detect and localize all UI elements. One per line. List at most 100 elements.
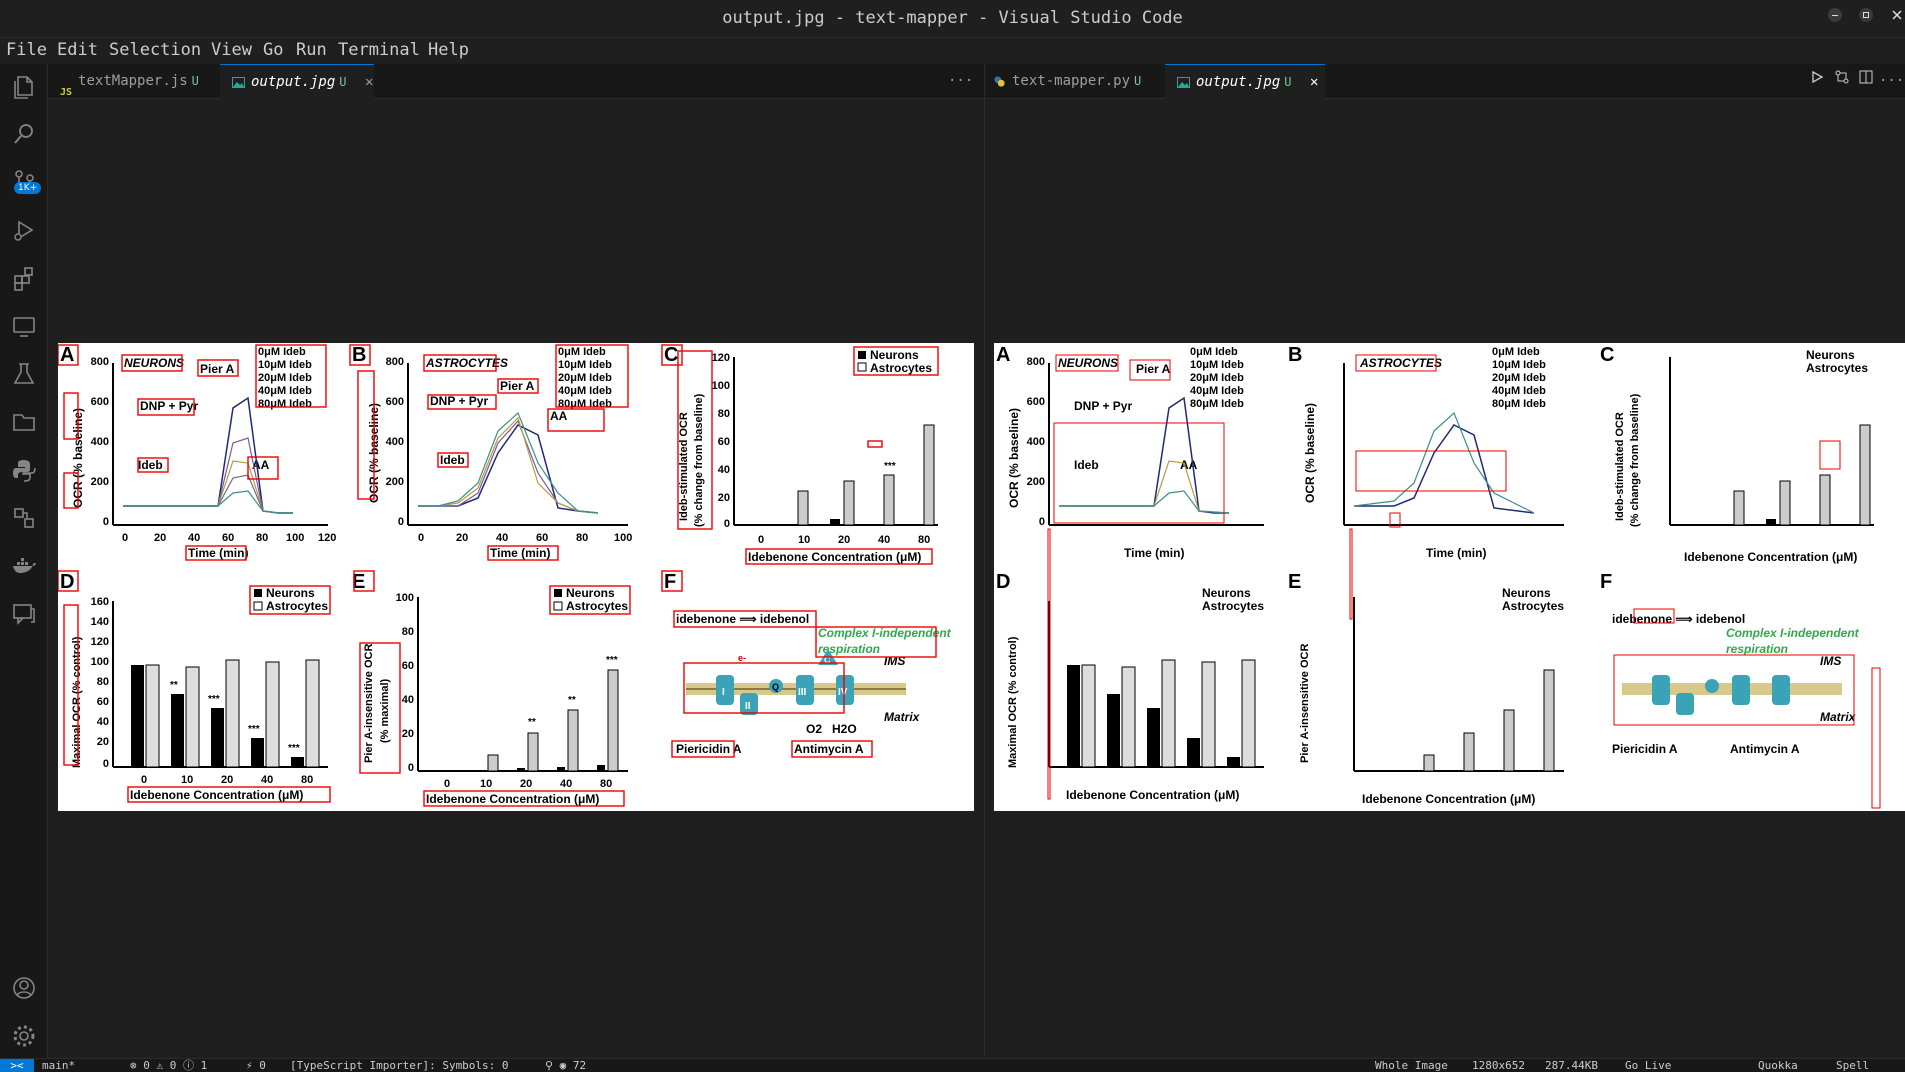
y-tick: 0 xyxy=(103,758,109,770)
menu-file[interactable]: File xyxy=(6,40,47,60)
close-window-button[interactable] xyxy=(1884,6,1905,30)
spell-status[interactable]: Spell xyxy=(1836,1059,1869,1072)
legend-item: 20μM Ideb xyxy=(1492,372,1546,384)
significance: *** xyxy=(884,461,896,472)
x-tick: 0 xyxy=(122,532,128,544)
panel-letter-f: F xyxy=(1600,571,1612,593)
testing-icon[interactable] xyxy=(10,360,38,388)
run-debug-icon[interactable] xyxy=(10,216,38,244)
annotation: e- xyxy=(738,653,746,663)
references-icon[interactable] xyxy=(10,504,38,532)
ports-indicator[interactable]: ⚡ 0 xyxy=(246,1059,266,1072)
y-tick: 200 xyxy=(386,476,404,488)
annotation: Pier A xyxy=(200,362,235,376)
image-preview-right: A NEURONS 800 600 400 200 0 Time (min) O… xyxy=(994,343,1905,811)
folder-icon[interactable] xyxy=(10,408,38,436)
menu-go[interactable]: Go xyxy=(263,40,283,60)
menu-edit[interactable]: Edit xyxy=(57,40,98,60)
git-branch[interactable]: main* xyxy=(42,1059,75,1072)
x-axis-label: Idebenone Concentration (μM) xyxy=(426,792,599,806)
legend-item: 0μM Ideb xyxy=(558,346,606,358)
go-live-button[interactable]: Go Live xyxy=(1625,1059,1671,1072)
x-axis-label: Idebenone Concentration (μM) xyxy=(1066,788,1239,802)
chat-icon[interactable] xyxy=(10,600,38,628)
annotation: DNP + Pyr xyxy=(430,394,488,408)
y-tick: 600 xyxy=(1027,396,1045,408)
panel-a-region: NEURONS xyxy=(1058,356,1118,370)
close-tab-icon[interactable]: ✕ xyxy=(365,74,373,90)
significance: ** xyxy=(170,680,178,691)
remote-explorer-icon[interactable] xyxy=(10,312,38,340)
menu-help[interactable]: Help xyxy=(428,40,469,60)
y-tick: 600 xyxy=(91,396,109,408)
settings-gear-icon[interactable] xyxy=(10,1022,38,1050)
legend-item: Astrocytes xyxy=(566,599,628,613)
legend-item: 20μM Ideb xyxy=(558,372,612,384)
tab-modified-flag: U xyxy=(191,74,199,88)
tab-output-jpg-left[interactable]: output.jpg U ✕ xyxy=(220,64,374,99)
y-tick: 80 xyxy=(402,626,414,638)
restore-button[interactable] xyxy=(1853,6,1879,30)
typescript-importer-status[interactable]: [TypeScript Importer]: Symbols: 0 xyxy=(290,1059,509,1072)
annotation: AA xyxy=(550,409,568,423)
docker-icon[interactable] xyxy=(10,552,38,580)
y-tick: 140 xyxy=(91,616,109,628)
image-zoom-mode[interactable]: Whole Image xyxy=(1375,1059,1448,1072)
x-tick: 100 xyxy=(614,532,632,544)
legend-item: Neurons xyxy=(1502,586,1551,600)
extensions-icon[interactable] xyxy=(10,264,38,292)
y-tick: 0 xyxy=(1039,516,1045,528)
significance: *** xyxy=(248,724,260,735)
legend-item: 80μM Ideb xyxy=(1190,398,1244,410)
y-tick: 100 xyxy=(712,380,730,392)
panel-letter-a: A xyxy=(60,344,74,366)
annotation: Antimycin A xyxy=(794,742,864,756)
legend-item: 0μM Ideb xyxy=(1492,346,1540,358)
figure-svg-left: A NEURONS 800 600 400 200 0 0 20 40 60 8… xyxy=(58,344,952,807)
legend-item: 10μM Ideb xyxy=(1190,359,1244,371)
legend-item: Neurons xyxy=(566,586,615,600)
y-tick: 0 xyxy=(103,516,109,528)
legend-item: 40μM Ideb xyxy=(558,385,612,397)
y-tick: 40 xyxy=(402,694,414,706)
problems-indicator[interactable]: ⊗ 0 ⚠ 0 ⓘ 1 xyxy=(130,1059,207,1072)
more-actions-right[interactable]: ··· xyxy=(1879,64,1903,98)
quokka-status[interactable]: Quokka xyxy=(1758,1059,1798,1072)
split-editor-icon[interactable] xyxy=(1859,70,1873,88)
y-tick: 100 xyxy=(396,592,414,604)
tab-label: text-mapper.py xyxy=(1012,73,1131,89)
explorer-icon[interactable] xyxy=(10,72,38,100)
x-tick: 10 xyxy=(181,774,193,786)
search-icon[interactable] xyxy=(10,120,38,148)
tab-text-mapper-py[interactable]: text-mapper.py U xyxy=(985,64,1169,98)
menu-run[interactable]: Run xyxy=(296,40,327,60)
python-icon[interactable] xyxy=(10,456,38,484)
run-file-icon[interactable] xyxy=(1810,70,1824,88)
minimize-button[interactable] xyxy=(1822,6,1848,30)
tab-textmapper-js[interactable]: JS textMapper.js U xyxy=(48,64,230,98)
misc-status[interactable]: ⚲ ◉ 72 xyxy=(545,1059,586,1072)
x-tick: 60 xyxy=(536,532,548,544)
menu-selection[interactable]: Selection xyxy=(109,40,201,60)
annotation: Ideb xyxy=(1074,458,1099,472)
y-axis-label: Maximal OCR (% control) xyxy=(1007,636,1019,768)
menu-view[interactable]: View xyxy=(211,40,252,60)
legend-item: Neurons xyxy=(1202,586,1251,600)
legend-item: Neurons xyxy=(1806,348,1855,362)
y-tick: 80 xyxy=(718,408,730,420)
remote-indicator[interactable]: >< xyxy=(0,1059,34,1072)
y-axis-label: Pier A-insensitive OCR xyxy=(1299,644,1311,763)
y-tick: 200 xyxy=(1027,476,1045,488)
close-tab-icon[interactable]: ✕ xyxy=(1310,74,1318,90)
menu-terminal[interactable]: Terminal xyxy=(338,40,420,60)
account-icon[interactable] xyxy=(10,974,38,1002)
x-axis-label: Time (min) xyxy=(490,546,550,560)
y-tick: 40 xyxy=(97,716,109,728)
tab-output-jpg-right[interactable]: output.jpg U ✕ xyxy=(1165,64,1325,99)
compare-icon[interactable] xyxy=(1834,70,1850,88)
more-actions-left[interactable]: ··· xyxy=(948,64,978,98)
annotation: DNP + Pyr xyxy=(1074,399,1132,413)
annotation: Matrix xyxy=(1820,710,1857,724)
equation: idebenone ⟹ idebenol xyxy=(1612,612,1745,626)
right-tab-bar: text-mapper.py U output.jpg U ✕ ··· xyxy=(985,64,1905,99)
